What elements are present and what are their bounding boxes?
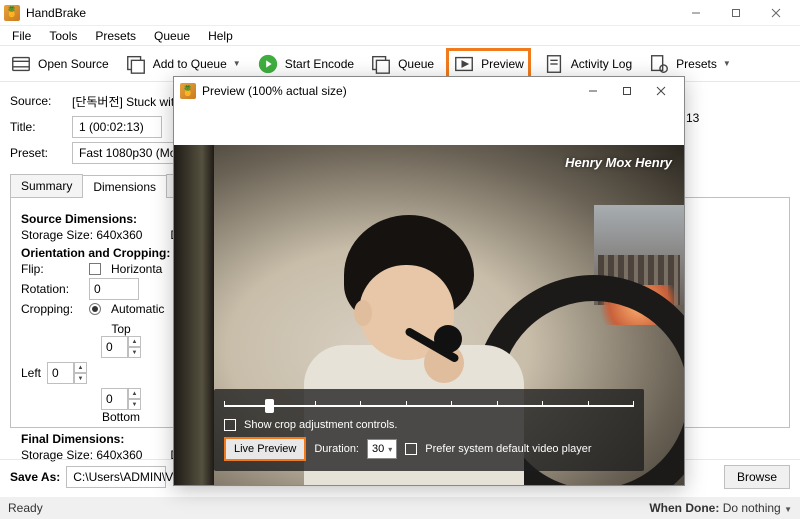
spin-down-icon[interactable]: ▼ [74, 373, 87, 384]
storage-size: Storage Size: 640x360 [21, 228, 142, 242]
preview-minimize-button[interactable] [576, 77, 610, 105]
preset-value: Fast 1080p30 (Modi [79, 146, 186, 160]
presets-button[interactable]: Presets ▼ [644, 51, 735, 77]
queue-icon [370, 53, 392, 75]
preview-close-button[interactable] [644, 77, 678, 105]
rotation-field[interactable]: 0 [89, 278, 139, 300]
presets-label: Presets [676, 57, 717, 71]
start-encode-button[interactable]: Start Encode [253, 51, 358, 77]
crop-bottom-value: 0 [106, 392, 113, 406]
menu-tools[interactable]: Tools [41, 27, 85, 45]
tab-summary[interactable]: Summary [10, 174, 83, 197]
add-to-queue-button[interactable]: Add to Queue ▼ [121, 51, 245, 77]
title-label: Title: [10, 120, 66, 134]
when-done-select[interactable]: Do nothing ▼ [723, 501, 792, 515]
video-watermark: Henry Mox Henry [565, 155, 672, 170]
title-value: 1 (00:02:13) [79, 120, 144, 134]
when-done-value: Do nothing [723, 501, 781, 515]
log-icon [543, 53, 565, 75]
crop-bottom-field[interactable]: 0 ▲▼ [101, 388, 141, 410]
browse-button[interactable]: Browse [724, 465, 790, 489]
queue-button[interactable]: Queue [366, 51, 438, 77]
preview-maximize-button[interactable] [610, 77, 644, 105]
flip-option: Horizonta [111, 262, 162, 276]
film-icon [10, 53, 32, 75]
show-crop-checkbox[interactable] [224, 419, 236, 431]
preview-icon [453, 53, 475, 75]
when-done-label: When Done: [649, 501, 719, 515]
flip-label: Flip: [21, 262, 79, 276]
cropping-radio[interactable] [89, 303, 101, 315]
rotation-value: 0 [94, 282, 101, 296]
app-icon [4, 5, 20, 21]
duration-select[interactable]: 30 ▾ [367, 439, 397, 459]
crop-bottom-label: Bottom [81, 410, 161, 424]
activity-log-label: Activity Log [571, 57, 632, 71]
close-button[interactable] [756, 0, 796, 26]
app-icon [180, 83, 196, 99]
chevron-down-icon[interactable]: ▼ [233, 59, 241, 68]
spin-up-icon[interactable]: ▲ [128, 336, 141, 347]
saveas-label: Save As: [10, 470, 60, 484]
crop-top-value: 0 [106, 340, 113, 354]
spin-down-icon[interactable]: ▼ [128, 347, 141, 358]
activity-log-button[interactable]: Activity Log [539, 51, 636, 77]
preview-button[interactable]: Preview [446, 48, 531, 80]
maximize-button[interactable] [716, 0, 756, 26]
minimize-button[interactable] [676, 0, 716, 26]
duration-label: Duration: [314, 443, 359, 455]
source-value: [단독버전] Stuck with ( [72, 93, 188, 110]
preview-window: Preview (100% actual size) [173, 76, 685, 486]
show-crop-label: Show crop adjustment controls. [244, 419, 397, 431]
add-to-queue-label: Add to Queue [153, 57, 227, 71]
slider-thumb[interactable] [265, 399, 274, 413]
crop-left-label: Left [21, 366, 41, 380]
spin-up-icon[interactable]: ▲ [128, 388, 141, 399]
title-select[interactable]: 1 (00:02:13) [72, 116, 162, 138]
menu-queue[interactable]: Queue [146, 27, 198, 45]
rotation-label: Rotation: [21, 282, 79, 296]
video-frame: Henry Mox Henry Show crop adjustment con… [174, 145, 684, 485]
crop-left-value: 0 [52, 366, 59, 380]
cropping-option: Automatic [111, 302, 164, 316]
spin-down-icon[interactable]: ▼ [128, 399, 141, 410]
menu-file[interactable]: File [4, 27, 39, 45]
spin-up-icon[interactable]: ▲ [74, 362, 87, 373]
chevron-down-icon: ▾ [388, 445, 392, 454]
saveas-field[interactable]: C:\Users\ADMIN\Vide [66, 466, 166, 488]
live-preview-button[interactable]: Live Preview [224, 437, 306, 461]
tab-dimensions[interactable]: Dimensions [82, 175, 167, 198]
status-text: Ready [8, 501, 43, 515]
cropping-label: Cropping: [21, 302, 79, 316]
crop-top-field[interactable]: 0 ▲▼ [101, 336, 141, 358]
menu-help[interactable]: Help [200, 27, 241, 45]
preview-window-title: Preview (100% actual size) [202, 84, 347, 98]
source-label: Source: [10, 94, 66, 108]
range-trunc: 13 [686, 111, 699, 125]
duration-value: 30 [372, 443, 384, 455]
play-icon [257, 53, 279, 75]
start-encode-label: Start Encode [285, 57, 354, 71]
preview-slider[interactable] [224, 397, 634, 413]
crop-top-label: Top [81, 322, 161, 336]
flip-checkbox[interactable] [89, 263, 101, 275]
prefer-player-checkbox[interactable] [405, 443, 417, 455]
crop-left-field[interactable]: 0 ▲▼ [47, 362, 87, 384]
chevron-down-icon: ▼ [784, 505, 792, 514]
open-source-label: Open Source [38, 57, 109, 71]
queue-add-icon [125, 53, 147, 75]
queue-label: Queue [398, 57, 434, 71]
saveas-value: C:\Users\ADMIN\Vide [73, 470, 189, 484]
preset-label: Preset: [10, 146, 66, 160]
prefer-player-label: Prefer system default video player [425, 443, 591, 455]
preview-label: Preview [481, 57, 524, 71]
menu-presets[interactable]: Presets [87, 27, 144, 45]
chevron-down-icon[interactable]: ▼ [723, 59, 731, 68]
app-title: HandBrake [26, 6, 86, 20]
open-source-button[interactable]: Open Source [6, 51, 113, 77]
preview-controls-overlay: Show crop adjustment controls. Live Prev… [214, 389, 644, 471]
presets-icon [648, 53, 670, 75]
